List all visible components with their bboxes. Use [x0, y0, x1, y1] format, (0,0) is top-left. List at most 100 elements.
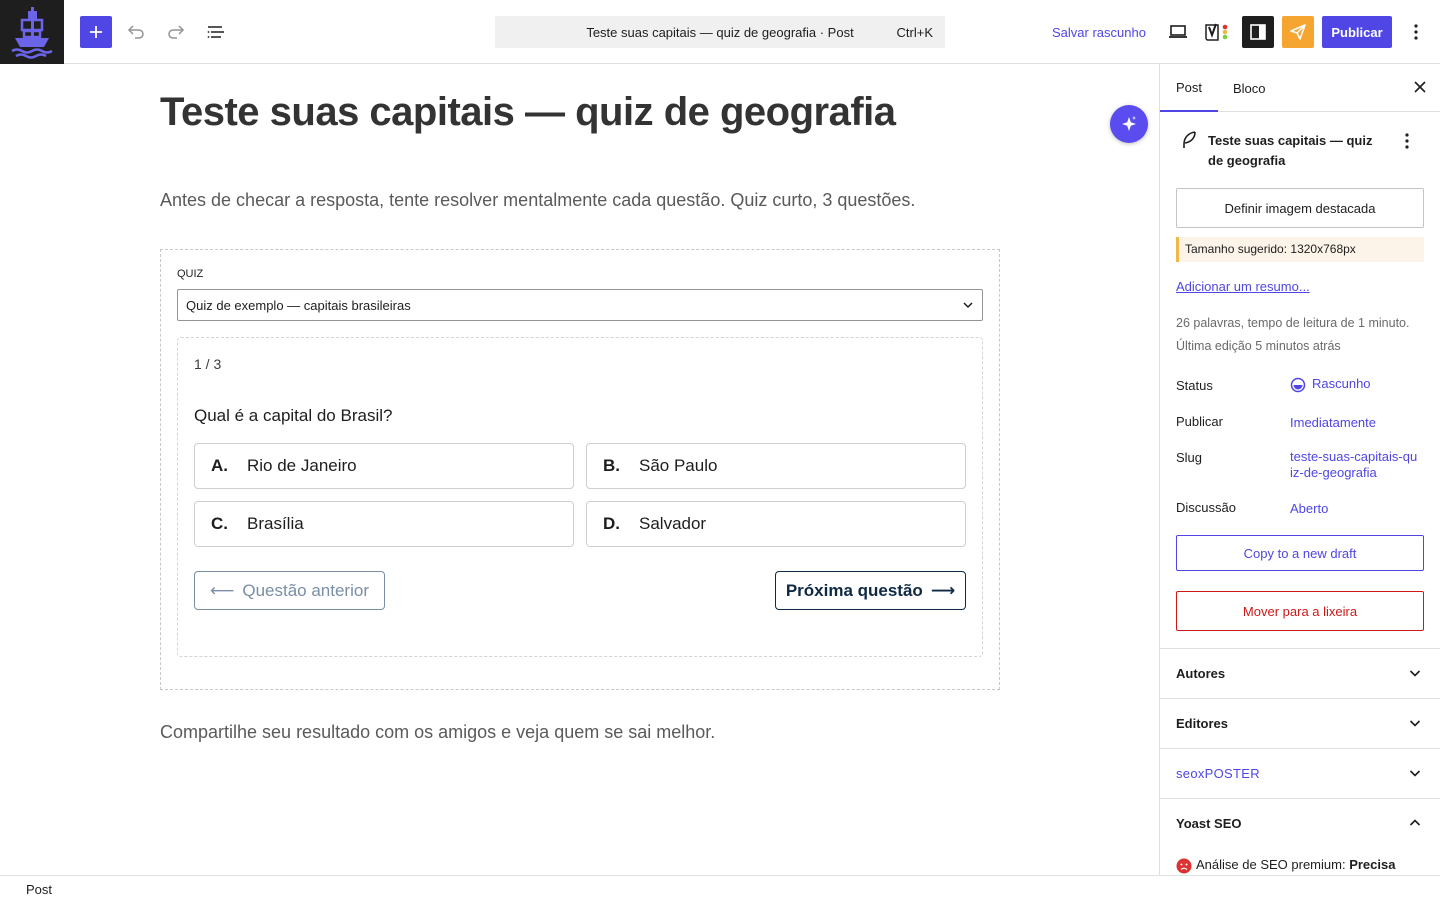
quiz-select[interactable]: Quiz de exemplo — capitais brasileiras	[177, 289, 983, 321]
shortcut-hint: Ctrl+K	[896, 25, 933, 40]
chevron-down-icon	[1409, 670, 1421, 677]
post-card-title: Teste suas capitais — quiz de geografia	[1208, 133, 1373, 168]
option-letter: B.	[603, 456, 620, 475]
chevron-down-icon	[1409, 770, 1421, 777]
quiz-block[interactable]: QUIZ Quiz de exemplo — capitais brasilei…	[160, 249, 1000, 690]
word-count-text: 26 palavras, tempo de leitura de 1 minut…	[1176, 316, 1410, 330]
previous-question-label: Questão anterior	[242, 580, 369, 600]
panel-editors[interactable]: Editores	[1160, 698, 1440, 748]
status-value-text: Rascunho	[1312, 376, 1371, 391]
next-question-label: Próxima questão	[785, 580, 923, 600]
settings-sidebar-toggle[interactable]	[1242, 16, 1274, 48]
publish-date-value[interactable]: Imediatamente	[1290, 415, 1376, 431]
next-question-button[interactable]: Próxima questão ⟶	[775, 571, 966, 610]
discussion-value[interactable]: Aberto	[1290, 501, 1328, 517]
publish-label: Publicar	[1176, 414, 1223, 429]
tab-block[interactable]: Bloco	[1217, 64, 1282, 112]
quiz-selected-value: Quiz de exemplo — capitais brasileiras	[186, 298, 411, 313]
arrow-left-icon: ⟵	[209, 580, 235, 600]
sad-face-icon	[1176, 858, 1192, 874]
block-inserter-button[interactable]	[80, 16, 112, 48]
quiz-select-label: QUIZ	[177, 268, 204, 280]
panel-yoast-seo[interactable]: Yoast SEO	[1160, 798, 1440, 848]
sidebar-tabs: Post Bloco	[1160, 64, 1440, 112]
sidebar-icon	[1250, 24, 1266, 40]
seo-analysis-row[interactable]: Análise de SEO premium: Precisa	[1176, 857, 1395, 874]
seoxposter-button[interactable]	[1282, 16, 1314, 48]
plus-icon	[90, 26, 102, 38]
save-draft-button[interactable]: Salvar rascunho	[1052, 25, 1146, 40]
draft-status-icon	[1290, 377, 1306, 392]
set-featured-image-button[interactable]: Definir imagem destacada	[1176, 188, 1424, 228]
sparkle-icon	[1122, 116, 1136, 131]
seo-analysis-label: Análise de SEO premium:	[1196, 857, 1346, 872]
option-text: Salvador	[639, 514, 707, 533]
last-edit-text: Última edição 5 minutos atrás	[1176, 339, 1341, 353]
chevron-up-icon	[1409, 819, 1421, 826]
seoxposter-logo: seoxPOSTER	[1176, 766, 1260, 781]
quiz-question-card: 1 / 3 Qual é a capital do Brasil? A. Rio…	[177, 337, 983, 657]
option-text: São Paulo	[639, 456, 718, 475]
copy-to-new-draft-button[interactable]: Copy to a new draft	[1176, 535, 1424, 571]
panel-title: Autores	[1176, 666, 1226, 681]
site-logo[interactable]	[0, 0, 64, 64]
option-text: Brasília	[247, 514, 304, 533]
document-title: Teste suas capitais — quiz de geografia …	[586, 25, 854, 40]
panel-title: Editores	[1176, 716, 1229, 731]
image-size-hint: Tamanho sugerido: 1320x768px	[1176, 237, 1424, 262]
redo-button[interactable]	[160, 16, 192, 48]
close-icon[interactable]	[1413, 80, 1427, 94]
more-vertical-icon[interactable]	[1404, 132, 1410, 150]
ai-assistant-button[interactable]	[1110, 105, 1148, 143]
option-letter: D.	[603, 514, 620, 533]
chevron-down-icon	[1409, 720, 1421, 727]
option-letter: C.	[211, 514, 228, 533]
paper-plane-icon	[1290, 24, 1306, 40]
arrow-right-icon: ⟶	[930, 580, 956, 600]
list-view-icon	[207, 26, 224, 38]
redo-icon	[168, 25, 185, 39]
answer-option-d[interactable]: D. Salvador	[586, 501, 966, 547]
post-meta-info: 26 palavras, tempo de leitura de 1 minut…	[1176, 312, 1426, 358]
option-letter: A.	[211, 456, 228, 475]
settings-sidebar: Post Bloco Teste suas capitais — quiz de…	[1159, 64, 1440, 875]
answer-option-c[interactable]: C. Brasília	[194, 501, 574, 547]
status-label: Status	[1176, 378, 1213, 393]
discussion-label: Discussão	[1176, 500, 1236, 515]
slug-value[interactable]: teste-suas-capitais-quiz-de-geografia	[1290, 449, 1420, 481]
editor-footer: Post	[0, 875, 1440, 900]
more-vertical-icon	[1414, 24, 1418, 40]
panel-title: Yoast SEO	[1176, 816, 1242, 831]
answer-option-b[interactable]: B. São Paulo	[586, 443, 966, 489]
editor-canvas: Teste suas capitais — quiz de geografia …	[0, 64, 1159, 875]
intro-paragraph[interactable]: Antes de checar a resposta, tente resolv…	[160, 190, 915, 211]
add-excerpt-link[interactable]: Adicionar um resumo...	[1176, 279, 1310, 294]
post-title[interactable]: Teste suas capitais — quiz de geografia	[160, 90, 896, 135]
status-value[interactable]: Rascunho	[1290, 376, 1371, 393]
chevron-down-icon	[963, 302, 973, 309]
answer-option-a[interactable]: A. Rio de Janeiro	[194, 443, 574, 489]
undo-button[interactable]	[120, 16, 152, 48]
tab-post[interactable]: Post	[1160, 64, 1219, 112]
desktop-icon	[1169, 25, 1187, 38]
previous-question-button[interactable]: ⟵ Questão anterior	[194, 571, 385, 610]
publish-button[interactable]: Publicar	[1322, 16, 1392, 48]
panel-seoxposter[interactable]: seoxPOSTER	[1160, 748, 1440, 798]
panel-authors[interactable]: Autores	[1160, 648, 1440, 698]
preview-button[interactable]	[1162, 16, 1194, 48]
undo-icon	[127, 25, 144, 39]
editor-header: Teste suas capitais — quiz de geografia …	[0, 0, 1440, 64]
options-button[interactable]	[1400, 16, 1432, 48]
ship-logo-icon	[11, 7, 53, 59]
document-overview-button[interactable]	[200, 16, 232, 48]
yoast-button[interactable]	[1202, 16, 1234, 48]
move-to-trash-button[interactable]: Mover para a lixeira	[1176, 591, 1424, 631]
option-text: Rio de Janeiro	[247, 456, 357, 475]
seo-analysis-status: Precisa	[1349, 857, 1396, 872]
command-palette-bar[interactable]: Teste suas capitais — quiz de geografia …	[495, 16, 945, 48]
question-counter: 1 / 3	[194, 356, 222, 372]
block-breadcrumb[interactable]: Post	[26, 882, 52, 897]
question-text: Qual é a capital do Brasil?	[194, 406, 393, 425]
closing-paragraph[interactable]: Compartilhe seu resultado com os amigos …	[160, 722, 715, 743]
yoast-icon	[1205, 23, 1228, 41]
